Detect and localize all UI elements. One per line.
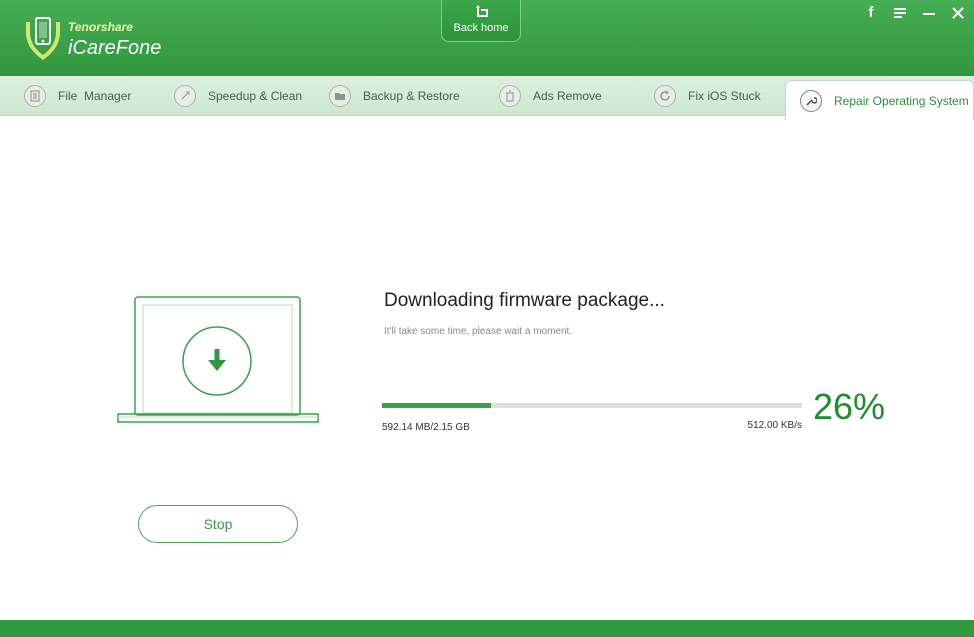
tab-label: Backup & Restore: [363, 88, 460, 103]
tab-repair-operating-system[interactable]: Repair Operating System: [785, 80, 974, 120]
tab-speedup-clean[interactable]: Speedup & Clean: [174, 76, 302, 115]
rocket-icon: [174, 84, 196, 107]
tab-label: Ads Remove: [533, 88, 602, 103]
close-icon[interactable]: [949, 4, 967, 22]
wrench-icon: [800, 89, 822, 112]
minimize-icon[interactable]: [920, 4, 938, 22]
laptop-download-illustration: [117, 296, 319, 423]
tab-label: Speedup & Clean: [208, 88, 303, 103]
tab-file-manager[interactable]: File Manager: [24, 76, 131, 115]
back-home-label: Back home: [453, 22, 509, 34]
back-home-button[interactable]: Back home: [441, 0, 521, 42]
tab-label: Fix iOS Stuck: [688, 88, 761, 103]
file-manager-icon: [24, 84, 46, 107]
tab-label: Repair Operating System: [834, 93, 969, 108]
footer-bar: [0, 620, 974, 637]
brand-name: iCareFone: [68, 37, 162, 59]
feature-tabs: File Manager Speedup & Clean Backup & Re…: [0, 76, 974, 120]
trash-icon: [499, 84, 521, 107]
download-title: Downloading firmware package...: [384, 290, 665, 311]
app-header: Tenorshare iCareFone Back home f: [0, 0, 974, 76]
menu-icon[interactable]: [891, 4, 909, 22]
phone-shield-icon: [26, 17, 60, 60]
refresh-icon: [654, 84, 676, 107]
download-subtitle: It'll take some time, please wait a mome…: [384, 326, 573, 337]
tab-backup-restore[interactable]: Backup & Restore: [329, 76, 460, 115]
back-home-icon: [476, 5, 488, 17]
folder-icon: [329, 84, 351, 107]
facebook-icon[interactable]: f: [862, 4, 880, 22]
download-size-text: 592.14 MB/2.15 GB: [382, 422, 470, 433]
tab-ads-remove[interactable]: Ads Remove: [499, 76, 602, 115]
tab-label: File Manager: [58, 88, 132, 103]
tab-fix-ios-stuck[interactable]: Fix iOS Stuck: [654, 76, 761, 115]
download-speed-text: 512.00 KB/s: [747, 420, 802, 431]
download-arrow-icon: [208, 349, 226, 371]
download-percent: 26%: [813, 386, 886, 427]
stop-button[interactable]: Stop: [138, 505, 298, 543]
download-progress-fill: [382, 403, 492, 408]
download-progress-bar: [382, 403, 802, 408]
brand-vendor: Tenorshare: [68, 20, 133, 34]
